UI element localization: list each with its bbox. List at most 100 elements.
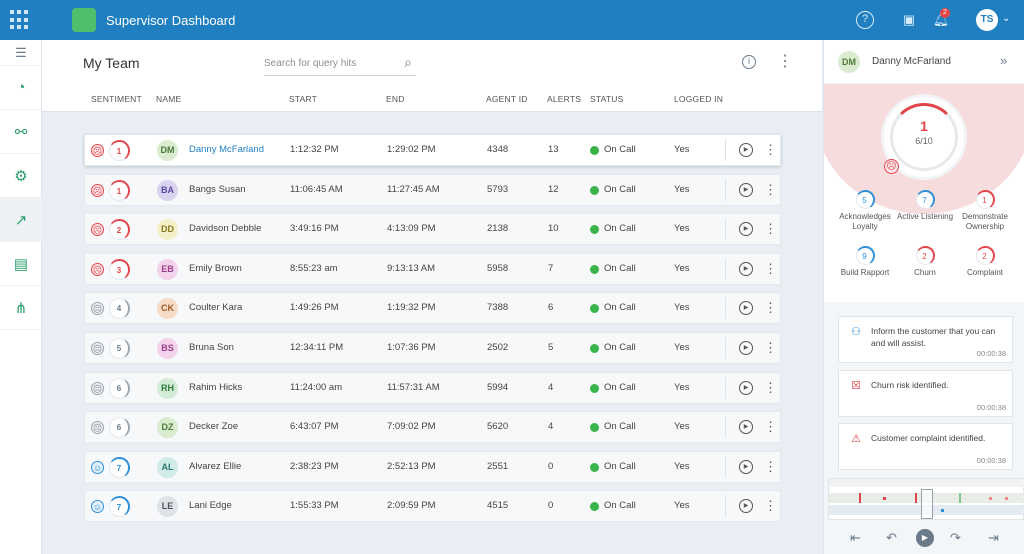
alert-card[interactable]: ☒ Churn risk identified. 00:00:38: [838, 370, 1013, 417]
metric-churn[interactable]: 2 Churn: [892, 246, 958, 278]
alert-card[interactable]: ⚇ Inform the customer that you can and w…: [838, 316, 1013, 363]
play-icon[interactable]: ▶: [739, 459, 753, 474]
table-row[interactable]: 😐︎ 6 DZ Decker Zoe 6:43:07 PM 7:09:02 PM…: [84, 411, 781, 444]
share-icon[interactable]: ⋔: [0, 286, 42, 330]
call-timeline[interactable]: [828, 478, 1024, 520]
row-menu-icon[interactable]: ⋮: [764, 135, 777, 165]
play-icon[interactable]: ▶: [739, 143, 753, 157]
table-row[interactable]: ☺ 7 AL Alvarez Ellie 2:38:23 PM 2:52:13 …: [84, 450, 781, 483]
metric-label: Complaint: [966, 268, 1003, 277]
agent-name[interactable]: Bruna Son: [189, 333, 234, 363]
agent-name[interactable]: Coulter Kara: [189, 293, 242, 323]
metric-demonstrate-ownership[interactable]: 1 Demonstrate Ownership: [952, 190, 1018, 232]
table-row[interactable]: ☹ 2 DD Davidson Debble 3:49:16 PM 4:13:0…: [84, 213, 781, 246]
table-row[interactable]: 😐︎ 5 BS Bruna Son 12:34:11 PM 1:07:36 PM…: [84, 332, 781, 364]
chevron-down-icon[interactable]: ⌄: [1002, 13, 1010, 24]
timeline-marker[interactable]: [941, 509, 944, 512]
play-icon[interactable]: ▶: [739, 420, 753, 435]
forward-icon[interactable]: ↷: [950, 530, 961, 546]
table-row[interactable]: ☹ 1 BA Bangs Susan 11:06:45 AM 11:27:45 …: [84, 173, 781, 206]
gear-icon[interactable]: ⚙: [0, 154, 42, 198]
col-logged-in[interactable]: LOGGED IN: [674, 94, 723, 104]
table-row[interactable]: 😐︎ 4 CK Coulter Kara 1:49:26 PM 1:19:32 …: [84, 292, 781, 325]
metric-complaint[interactable]: 2 Complaint: [952, 246, 1018, 278]
skip-back-icon[interactable]: ⇤: [850, 530, 861, 546]
timeline-scrollbar[interactable]: [829, 479, 1024, 487]
row-menu-icon[interactable]: ⋮: [764, 214, 777, 244]
row-menu-icon[interactable]: ⋮: [764, 452, 777, 482]
flow-icon[interactable]: ⚯: [0, 110, 42, 154]
table-row[interactable]: 😐︎ 6 RH Rahim Hicks 11:24:00 am 11:57:31…: [84, 371, 781, 404]
play-icon[interactable]: ▶: [739, 261, 753, 276]
agent-name[interactable]: Decker Zoe: [189, 412, 238, 442]
play-icon[interactable]: ▶: [739, 222, 753, 237]
play-icon[interactable]: ▶: [739, 182, 753, 197]
menu-icon[interactable]: ☰: [0, 40, 42, 66]
logged-in: Yes: [674, 500, 690, 512]
play-icon[interactable]: ▶: [916, 529, 934, 547]
table-row[interactable]: ☹ 1 DM Danny McFarland 1:12:32 PM 1:29:0…: [84, 134, 781, 166]
user-avatar[interactable]: TS: [976, 9, 998, 31]
col-agent-id[interactable]: AGENT ID: [486, 94, 528, 104]
list-icon[interactable]: ▤: [0, 242, 42, 286]
agent-name[interactable]: Rahim Hicks: [189, 373, 242, 403]
row-menu-icon[interactable]: ⋮: [764, 412, 777, 442]
row-menu-icon[interactable]: ⋮: [764, 175, 777, 205]
alert-time: 00:00:38: [976, 456, 1006, 465]
agent-name[interactable]: Danny McFarland: [189, 135, 264, 165]
alert-count: 4: [548, 421, 554, 433]
end-time: 2:09:59 PM: [387, 500, 436, 512]
sentiment-face-icon: ☺: [91, 500, 104, 514]
col-start[interactable]: START: [289, 94, 317, 104]
timeline-marker[interactable]: [915, 493, 917, 503]
timeline-marker[interactable]: [959, 493, 961, 503]
alert-card[interactable]: ⚠ Customer complaint identified. 00:00:3…: [838, 423, 1013, 470]
agent-name[interactable]: Bangs Susan: [189, 175, 246, 205]
trend-icon[interactable]: ↗: [0, 198, 42, 242]
agent-name[interactable]: Alvarez Ellie: [189, 452, 241, 482]
play-icon[interactable]: ▶: [739, 341, 753, 355]
agent-id: 2138: [487, 223, 509, 235]
row-menu-icon[interactable]: ⋮: [764, 373, 777, 403]
table-row[interactable]: ☺ 7 LE Lani Edge 1:55:33 PM 2:09:59 PM 4…: [84, 490, 781, 523]
agent-name[interactable]: Emily Brown: [189, 254, 242, 284]
col-name[interactable]: NAME: [156, 94, 181, 104]
agent-id: 7388: [487, 302, 509, 314]
search-icon[interactable]: ⌕: [404, 54, 412, 71]
status-text: On Call: [604, 381, 636, 393]
timeline-marker[interactable]: [989, 497, 992, 500]
agent-name[interactable]: Lani Edge: [189, 491, 232, 521]
help-icon[interactable]: ?: [856, 11, 874, 29]
play-icon[interactable]: ▶: [739, 380, 753, 395]
agent-id: 5958: [487, 262, 509, 274]
col-sentiment[interactable]: SENTIMENT: [91, 94, 142, 104]
table-row[interactable]: ☹ 3 EB Emily Brown 8:55:23 am 9:13:13 AM…: [84, 252, 781, 285]
play-icon[interactable]: ▶: [739, 499, 753, 514]
row-menu-icon[interactable]: ⋮: [764, 333, 777, 363]
screen-icon[interactable]: ▣: [900, 11, 918, 29]
gauge-icon[interactable]: ◔: [0, 66, 42, 110]
row-menu-icon[interactable]: ⋮: [764, 254, 777, 284]
info-icon[interactable]: i: [742, 55, 756, 69]
metric-build-rapport[interactable]: 9 Build Rapport: [832, 246, 898, 278]
more-options-icon[interactable]: ⋮: [777, 51, 793, 71]
search-input[interactable]: [264, 52, 394, 74]
metric-acknowledges-loyalty[interactable]: 5 Acknowledges Loyalty: [832, 190, 898, 232]
row-menu-icon[interactable]: ⋮: [764, 293, 777, 323]
metric-active-listening[interactable]: 7 Active Listening: [892, 190, 958, 222]
rewind-icon[interactable]: ↶: [886, 530, 897, 546]
col-status[interactable]: STATUS: [590, 94, 623, 104]
timeline-marker[interactable]: [859, 493, 861, 503]
timeline-cursor[interactable]: [921, 489, 933, 519]
play-icon[interactable]: ▶: [739, 301, 753, 316]
collapse-panel-icon[interactable]: »: [1000, 53, 1007, 68]
col-end[interactable]: END: [386, 94, 405, 104]
agent-name[interactable]: Davidson Debble: [189, 214, 261, 244]
timeline-marker[interactable]: [883, 497, 886, 500]
col-alerts[interactable]: ALERTS: [547, 94, 581, 104]
sentiment-score: 5: [109, 338, 130, 359]
timeline-marker[interactable]: [1005, 497, 1008, 500]
row-menu-icon[interactable]: ⋮: [764, 491, 777, 521]
app-grid-icon[interactable]: [10, 10, 30, 30]
skip-forward-icon[interactable]: ⇥: [988, 530, 999, 546]
